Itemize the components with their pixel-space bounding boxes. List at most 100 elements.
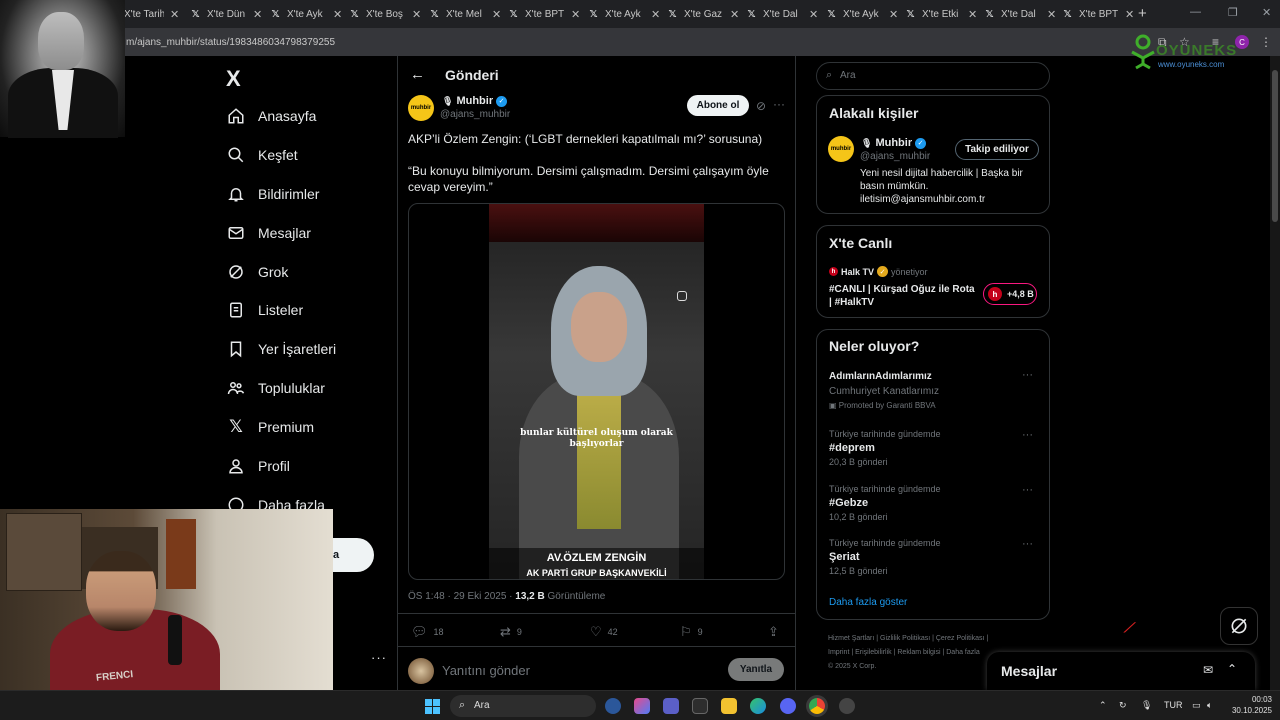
browser-tab[interactable]: 𝕏 X'te Ayk ✕	[588, 5, 660, 23]
nav-grok[interactable]: Grok	[226, 260, 288, 284]
monitor-icon[interactable]: ▭	[1192, 700, 1201, 711]
tray-chevron-icon[interactable]: ⌃	[1099, 700, 1107, 711]
live-listeners-chip[interactable]: h +4,8 B	[983, 283, 1037, 305]
new-tab-icon[interactable]: +	[1138, 5, 1147, 22]
trend-more-icon[interactable]: ···	[1022, 369, 1033, 381]
nav-explore[interactable]: Keşfet	[226, 143, 298, 167]
nav-profile[interactable]: Profil	[226, 454, 290, 478]
browser-tab[interactable]: 𝕏 X'te Ayk ✕	[270, 5, 342, 23]
expand-chevron-icon[interactable]: ⌃	[1227, 662, 1237, 676]
like-action[interactable]: ♡ 42	[590, 624, 618, 640]
page-scrollbar[interactable]	[1270, 56, 1280, 690]
post-button[interactable]: a	[333, 538, 374, 572]
close-icon[interactable]: ✕	[809, 8, 818, 21]
trend-item[interactable]: Şeriat	[829, 551, 860, 563]
nav-bookmarks[interactable]: Yer İşaretleri	[226, 337, 336, 361]
trend-item[interactable]: AdımlarınAdımlarımız	[829, 371, 932, 382]
nav-messages[interactable]: Mesajlar	[226, 221, 311, 245]
reply-button[interactable]: Yanıtla	[728, 658, 784, 681]
close-icon[interactable]: ✕	[651, 8, 660, 21]
tray-sync-icon[interactable]: ↻	[1119, 700, 1127, 711]
url-text[interactable]: m/ajans_muhbir/status/198348603479837925…	[126, 37, 335, 48]
related-name[interactable]: 🎙 Muhbir ✓	[861, 137, 927, 149]
discord-icon[interactable]	[780, 698, 796, 714]
taskbar-clock[interactable]: 00:03 30.10.2025	[1228, 694, 1272, 716]
following-button[interactable]: Takip ediliyor	[955, 139, 1039, 160]
browser-tab[interactable]: 𝕏 X'te Dal ✕	[746, 5, 818, 23]
browser-tab[interactable]: 𝕏 X'te BPT ✕	[508, 5, 580, 23]
taskbar-app-icon[interactable]	[605, 698, 621, 714]
chrome-icon[interactable]	[809, 698, 825, 714]
close-icon[interactable]: ✕	[1047, 8, 1056, 21]
post-video[interactable]: bunlar kültürel oluşum olarak başlıyorla…	[408, 203, 785, 580]
post-more-icon[interactable]: ···	[773, 97, 785, 111]
browser-menu-icon[interactable]: ⋮	[1260, 35, 1272, 49]
messages-drawer[interactable]: Mesajlar ✉ ⌃	[987, 652, 1255, 690]
trend-more-icon[interactable]: ···	[1022, 429, 1033, 441]
nav-home[interactable]: Anasayfa	[226, 104, 316, 128]
store-icon[interactable]	[692, 698, 708, 714]
browser-tab[interactable]: 𝕏 X'te Dün ✕	[190, 5, 262, 23]
trend-more-icon[interactable]: ···	[1022, 538, 1033, 550]
back-arrow-icon[interactable]: ←	[410, 66, 425, 83]
author-handle[interactable]: @ajans_muhbir	[440, 109, 510, 120]
reply-action[interactable]: 💬︎ 18	[411, 624, 444, 640]
account-more-icon[interactable]: ···	[371, 650, 387, 665]
browser-tab[interactable]: 𝕏 X'te Dal ✕	[984, 5, 1056, 23]
nav-premium[interactable]: 𝕏 Premium	[226, 415, 314, 439]
browser-tab[interactable]: X'te Tarih ✕	[124, 5, 179, 23]
close-icon[interactable]: ✕	[889, 8, 898, 21]
window-close-icon[interactable]: ✕	[1262, 6, 1271, 19]
bookmark-action[interactable]: ⚐ 9	[680, 624, 703, 640]
close-icon[interactable]: ✕	[412, 8, 421, 21]
repost-action[interactable]: ⇄ 9	[500, 624, 522, 640]
teams-icon[interactable]	[663, 698, 679, 714]
reply-input[interactable]: Yanıtını gönder	[442, 663, 530, 678]
close-icon[interactable]: ✕	[571, 8, 580, 21]
microphone-tray-icon[interactable]: 🎙︎	[1141, 700, 1152, 711]
close-icon[interactable]: ✕	[968, 8, 977, 21]
minimize-icon[interactable]: —	[1190, 6, 1201, 18]
grok-explain-icon[interactable]: ⊘	[756, 99, 766, 113]
related-avatar[interactable]: muhbir	[828, 136, 854, 162]
trend-item[interactable]: #Gebze	[829, 497, 868, 509]
user-avatar[interactable]	[408, 658, 434, 684]
taskbar-search[interactable]: ⌕ Ara	[450, 695, 596, 717]
browser-tab[interactable]: 𝕏 X'te Mel ✕	[429, 5, 501, 23]
footer-links[interactable]: Hizmet Şartları | Gizlilik Politikası | …	[828, 632, 1048, 646]
show-more-link[interactable]: Daha fazla göster	[829, 597, 907, 608]
restore-icon[interactable]: ❐	[1228, 6, 1238, 19]
share-action[interactable]: ⇪	[768, 624, 785, 640]
live-host[interactable]: h Halk TV ✓ yönetiyor	[829, 266, 928, 277]
grok-fab-button[interactable]	[1220, 607, 1258, 645]
windows-start-icon[interactable]	[425, 699, 440, 714]
close-icon[interactable]: ✕	[730, 8, 739, 21]
close-icon[interactable]: ✕	[253, 8, 262, 21]
subscribe-button[interactable]: Abone ol	[687, 95, 749, 116]
trend-more-icon[interactable]: ···	[1022, 484, 1033, 496]
close-icon[interactable]: ✕	[1125, 8, 1134, 21]
author-name[interactable]: 🎙 Muhbir ✓	[442, 95, 508, 107]
browser-tab[interactable]: 𝕏 X'te Etki ✕	[905, 5, 977, 23]
language-indicator[interactable]: TUR	[1164, 700, 1183, 710]
copilot-icon[interactable]	[634, 698, 650, 714]
nav-notifications[interactable]: Bildirimler	[226, 182, 319, 206]
volume-icon[interactable]: 🔈︎	[1207, 700, 1212, 711]
edge-icon[interactable]	[750, 698, 766, 714]
browser-tab[interactable]: 𝕏 X'te Boş ✕	[349, 5, 421, 23]
browser-tab[interactable]: 𝕏 X'te BPT ✕	[1062, 5, 1134, 23]
taskbar-app-icon[interactable]	[839, 698, 855, 714]
browser-tab[interactable]: 𝕏 X'te Gaz ✕	[667, 5, 739, 23]
close-icon[interactable]: ✕	[170, 8, 179, 21]
nav-lists[interactable]: Listeler	[226, 298, 303, 322]
close-icon[interactable]: ✕	[333, 8, 342, 21]
nav-communities[interactable]: Topluluklar	[226, 376, 325, 400]
x-logo[interactable]: X	[226, 66, 241, 92]
browser-tab[interactable]: 𝕏 X'te Ayk ✕	[826, 5, 898, 23]
new-message-icon[interactable]: ✉	[1203, 663, 1213, 677]
author-avatar[interactable]: muhbir	[408, 95, 434, 121]
trend-item[interactable]: #deprem	[829, 442, 875, 454]
close-icon[interactable]: ✕	[492, 8, 501, 21]
search-input[interactable]: ⌕ Ara	[816, 62, 1050, 90]
file-explorer-icon[interactable]	[721, 698, 737, 714]
